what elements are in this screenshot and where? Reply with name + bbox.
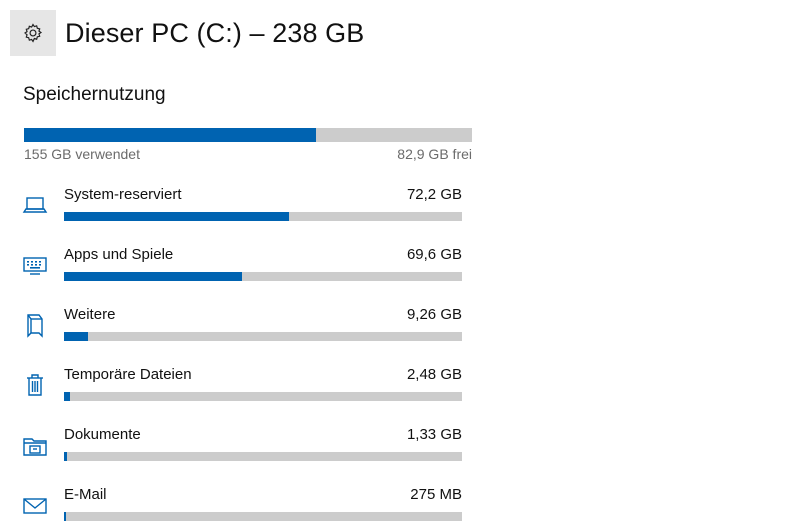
category-label: Dokumente: [64, 426, 141, 443]
category-size: 72,2 GB: [406, 186, 462, 203]
free-space-text: 82,9 GB frei: [397, 146, 472, 162]
category-label: System-reserviert: [64, 186, 182, 203]
category-usage-bar: [64, 332, 462, 341]
mail-icon: [22, 492, 48, 518]
storage-page: Dieser PC (C:) – 238 GB Speichernutzung …: [0, 0, 794, 527]
category-usage-fill: [64, 272, 242, 281]
trash-icon: [22, 372, 48, 398]
category-size: 2,48 GB: [406, 366, 462, 383]
category-temp-files[interactable]: Temporäre Dateien 2,48 GB: [22, 366, 462, 416]
documents-icon: [22, 432, 48, 458]
settings-button[interactable]: [10, 10, 56, 56]
category-usage-bar: [64, 512, 462, 521]
total-usage-bar: [24, 128, 472, 142]
section-title: Speichernutzung: [23, 84, 166, 105]
category-size: 69,6 GB: [406, 246, 462, 263]
category-usage-fill: [64, 452, 68, 461]
category-apps-games[interactable]: Apps und Spiele 69,6 GB: [22, 246, 462, 296]
laptop-icon: [22, 192, 48, 218]
category-documents[interactable]: Dokumente 1,33 GB: [22, 426, 462, 476]
category-email[interactable]: E-Mail 275 MB: [22, 486, 462, 527]
gear-icon: [22, 22, 44, 44]
category-usage-fill: [64, 392, 71, 401]
used-space-text: 155 GB verwendet: [24, 146, 140, 162]
category-usage-bar: [64, 212, 462, 221]
category-size: 275 MB: [410, 486, 462, 503]
folder-icon: [22, 312, 48, 338]
category-usage-bar: [64, 272, 462, 281]
category-usage-bar: [64, 392, 462, 401]
category-label: Weitere: [64, 306, 116, 323]
page-title: Dieser PC (C:) – 238 GB: [65, 17, 365, 48]
category-usage-fill: [64, 512, 66, 521]
category-label: E-Mail: [64, 486, 107, 503]
category-label: Temporäre Dateien: [64, 366, 192, 383]
category-usage-bar: [64, 452, 462, 461]
category-usage-fill: [64, 332, 88, 341]
category-system-reserved[interactable]: System-reserviert 72,2 GB: [22, 186, 462, 236]
keyboard-icon: [22, 252, 48, 278]
category-size: 1,33 GB: [406, 426, 462, 443]
category-label: Apps und Spiele: [64, 246, 174, 263]
title-row: Dieser PC (C:) – 238 GB: [10, 10, 364, 56]
category-other[interactable]: Weitere 9,26 GB: [22, 306, 462, 356]
category-size: 9,26 GB: [406, 306, 462, 323]
total-usage-fill: [24, 128, 317, 142]
category-usage-fill: [64, 212, 289, 221]
